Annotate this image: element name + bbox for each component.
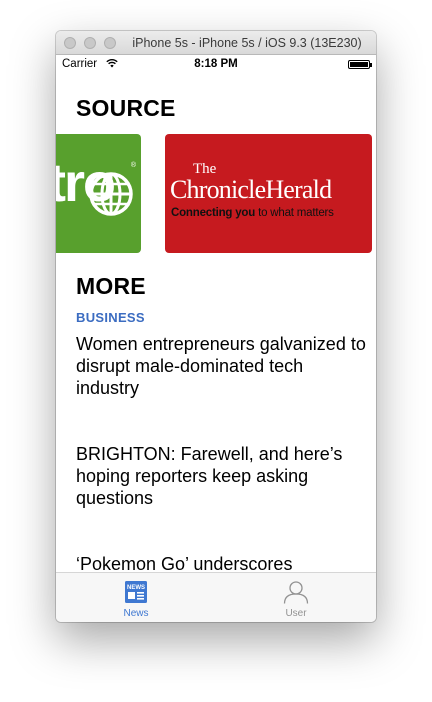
source-card-metro[interactable]: tro ® — [56, 134, 141, 253]
article-item[interactable]: BRIGHTON: Farewell, and here’s hoping re… — [76, 443, 366, 509]
tab-bar: NEWS News User — [56, 572, 376, 622]
news-icon: NEWS — [125, 581, 147, 603]
news-content[interactable]: SOURCE tro ® The ChronicleHerald Connect… — [56, 75, 376, 572]
svg-text:NEWS: NEWS — [127, 585, 145, 591]
article-item[interactable]: Women entrepreneurs galvanized to disrup… — [76, 333, 366, 399]
tab-news-label: News — [123, 608, 149, 619]
herald-tagline-bold: Connecting you — [171, 207, 256, 219]
herald-logo-name: ChronicleHerald — [170, 175, 332, 204]
window-titlebar: iPhone 5s - iPhone 5s / iOS 9.3 (13E230) — [56, 31, 376, 55]
tab-user-label: User — [285, 608, 307, 619]
minimize-window-button[interactable] — [84, 37, 96, 49]
source-section-title: SOURCE — [76, 95, 176, 121]
battery-icon — [348, 60, 372, 69]
source-card-chronicle-herald[interactable]: The ChronicleHerald Connecting you to wh… — [165, 134, 372, 253]
more-section-title: MORE — [76, 273, 146, 299]
status-time: 8:18 PM — [194, 58, 238, 70]
user-icon — [283, 581, 309, 604]
status-bar: Carrier 8:18 PM — [56, 55, 376, 75]
zoom-window-button[interactable] — [104, 37, 116, 49]
category-label[interactable]: BUSINESS — [76, 310, 145, 325]
article-item[interactable]: ‘Pokemon Go’ underscores — [76, 553, 366, 572]
close-window-button[interactable] — [64, 37, 76, 49]
herald-tagline: Connecting you to what matters — [171, 207, 334, 219]
registered-mark: ® — [130, 162, 136, 169]
tab-news[interactable]: NEWS News — [56, 573, 216, 622]
simulator-window: iPhone 5s - iPhone 5s / iOS 9.3 (13E230)… — [56, 31, 376, 622]
globe-icon — [89, 172, 133, 216]
window-title: iPhone 5s - iPhone 5s / iOS 9.3 (13E230) — [132, 36, 362, 50]
tab-user[interactable]: User — [216, 573, 376, 622]
herald-tagline-rest: to what matters — [255, 207, 334, 219]
